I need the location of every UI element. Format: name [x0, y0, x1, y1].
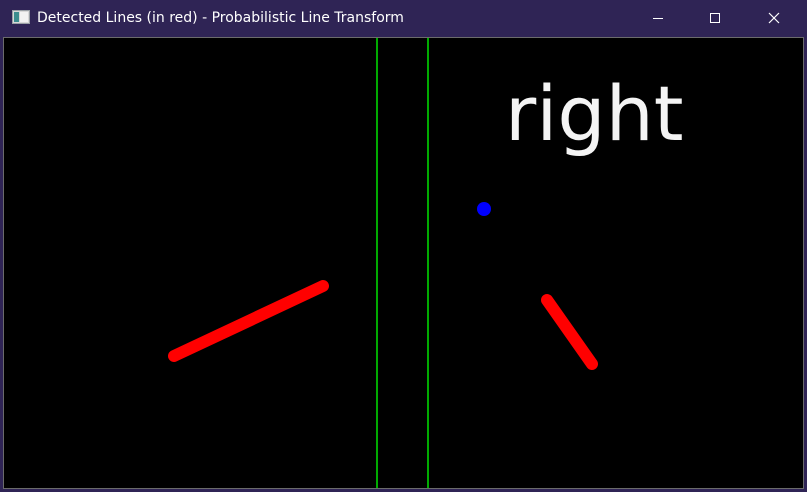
- app-window: Detected Lines (in red) - Probabilistic …: [0, 0, 807, 492]
- blue-point: [477, 202, 491, 216]
- image-viewport[interactable]: right: [3, 37, 804, 489]
- red-line-right: [541, 294, 598, 370]
- minimize-button[interactable]: [635, 0, 681, 36]
- opencv-window-icon: [12, 10, 30, 24]
- minimize-icon: [653, 18, 663, 19]
- title-bar[interactable]: Detected Lines (in red) - Probabilistic …: [0, 0, 807, 36]
- maximize-icon: [710, 13, 720, 23]
- close-button[interactable]: [751, 0, 797, 36]
- window-title: Detected Lines (in red) - Probabilistic …: [37, 10, 404, 26]
- red-line-left: [168, 280, 329, 362]
- image-canvas: right: [168, 38, 684, 488]
- image-word: right: [505, 69, 684, 158]
- maximize-button[interactable]: [692, 0, 738, 36]
- close-icon: [768, 12, 780, 24]
